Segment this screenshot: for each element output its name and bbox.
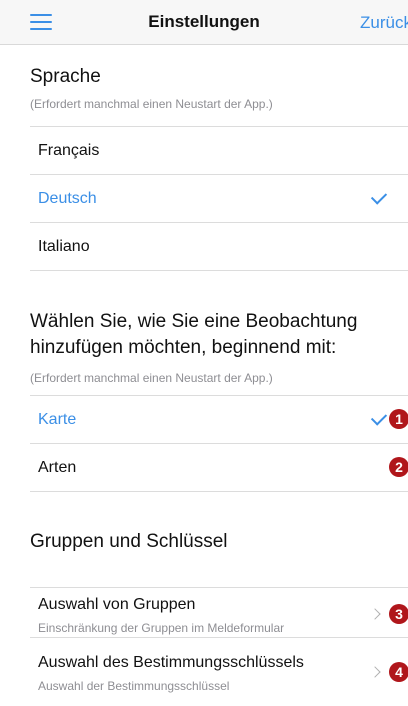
navigation-bar: Einstellungen Zurück <box>0 0 408 45</box>
checkmark-icon <box>370 188 388 205</box>
language-section-note: (Erfordert manchmal einen Neustart der A… <box>30 97 273 111</box>
observation-section-title-line1: Wählen Sie, wie Sie eine Beobachtung <box>30 311 358 332</box>
groups-selection-item[interactable]: Auswahl von Gruppen Einschränkung der Gr… <box>30 587 408 638</box>
observation-section-note: (Erfordert manchmal einen Neustart der A… <box>30 371 273 385</box>
start-option-label: Arten <box>38 459 77 476</box>
start-option-label: Karte <box>38 411 77 428</box>
start-option-karte[interactable]: Karte 1 <box>30 395 408 444</box>
language-option-deutsch[interactable]: Deutsch <box>30 174 408 223</box>
observation-section-title-line2: hinzufügen möchten, beginnend mit: <box>30 337 337 358</box>
callout-badge: 4 <box>389 662 408 682</box>
start-option-arten[interactable]: Arten 2 <box>30 443 408 492</box>
groups-selection-label: Auswahl von Gruppen <box>38 596 196 613</box>
callout-badge: 1 <box>389 409 408 429</box>
language-option-label: Français <box>38 142 100 159</box>
key-selection-item[interactable]: Auswahl des Bestimmungsschlüssels Auswah… <box>30 637 408 696</box>
callout-badge: 3 <box>389 604 408 624</box>
checkmark-icon <box>370 409 388 426</box>
page-title: Einstellungen <box>148 12 260 31</box>
divider <box>30 491 408 492</box>
groups-selection-subtitle: Einschränkung der Gruppen im Meldeformul… <box>38 621 285 635</box>
divider <box>30 270 408 271</box>
language-option-italiano[interactable]: Italiano <box>30 222 408 271</box>
key-selection-subtitle: Auswahl der Bestimmungsschlüssel <box>38 679 230 693</box>
chevron-right-icon <box>369 666 381 678</box>
callout-badge: 2 <box>389 457 408 477</box>
back-button[interactable]: Zurück <box>360 13 408 33</box>
language-section-title: Sprache <box>30 66 101 87</box>
key-selection-label: Auswahl des Bestimmungsschlüssels <box>38 654 304 671</box>
language-option-francais[interactable]: Français <box>30 126 408 175</box>
language-option-label: Italiano <box>38 238 90 255</box>
groups-section-title: Gruppen und Schlüssel <box>30 531 228 552</box>
chevron-right-icon <box>369 608 381 620</box>
language-option-label: Deutsch <box>38 190 97 207</box>
